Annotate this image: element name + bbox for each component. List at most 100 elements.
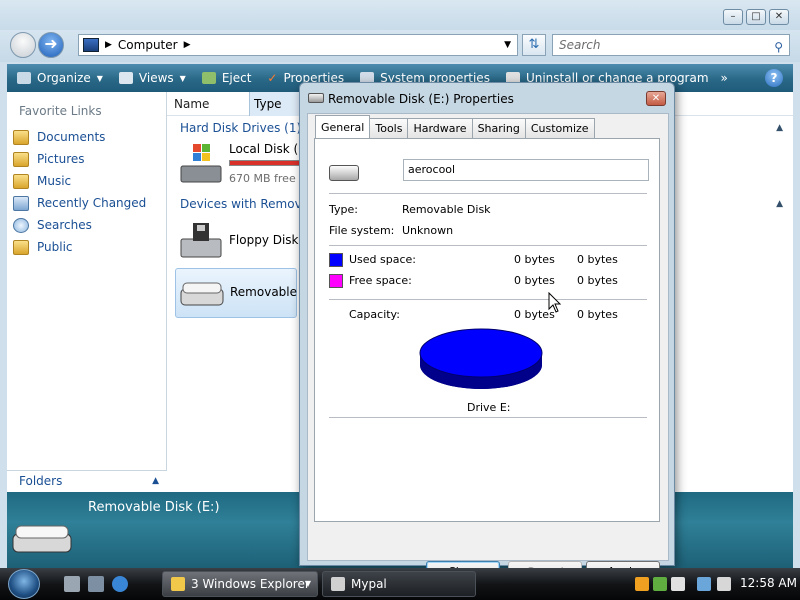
back-button[interactable] (10, 32, 36, 58)
volume-label-field[interactable]: aerocool (403, 159, 649, 181)
column-name[interactable]: Name (174, 97, 209, 111)
floppy-drive-icon (180, 223, 222, 258)
title-bar: – □ ✕ (0, 0, 800, 30)
drive-local-disk[interactable]: Local Disk (C 670 MB free o (175, 140, 307, 190)
eject-button[interactable]: Eject (201, 71, 251, 85)
show-desktop-icon[interactable] (64, 576, 80, 592)
dialog-body: General Tools Hardware Sharing Customize… (307, 113, 669, 583)
safely-remove-icon[interactable] (671, 577, 685, 591)
divider (329, 417, 647, 418)
chevron-up-icon[interactable]: ▲ (776, 199, 783, 209)
type-value: Removable Disk (402, 203, 491, 216)
toolbar-overflow-button[interactable]: » (721, 71, 728, 85)
drive-removable[interactable]: Removable D (175, 268, 310, 318)
chevron-up-icon: ▲ (152, 476, 159, 486)
details-title: Removable Disk (E:) (88, 500, 220, 515)
security-shield-icon[interactable] (635, 577, 649, 591)
capacity-size: 0 bytes (577, 308, 618, 321)
file-system-label: File system: (329, 224, 395, 237)
divider (329, 245, 647, 246)
search-input[interactable]: Search ⚲ (552, 34, 790, 56)
fav-link-public[interactable]: Public (13, 236, 146, 258)
computer-icon (83, 38, 99, 52)
chevron-up-icon[interactable]: ▲ (776, 123, 783, 133)
maximize-button[interactable]: □ (746, 9, 766, 25)
tab-tools[interactable]: Tools (369, 118, 409, 138)
used-space-swatch (329, 253, 343, 267)
music-folder-icon (13, 173, 29, 189)
eject-icon (201, 72, 216, 84)
refresh-button[interactable]: ⇅ (522, 34, 546, 56)
drive-letter-label: Drive E: (467, 401, 511, 414)
address-row: ➜ ▶ Computer ▶ ▼ ⇅ Search ⚲ (0, 30, 800, 62)
file-system-value: Unknown (402, 224, 454, 237)
documents-folder-icon (13, 129, 29, 145)
fav-link-pictures[interactable]: Pictures (13, 148, 146, 170)
properties-dialog: Removable Disk (E:) Properties ✕ General… (299, 82, 675, 583)
network-icon[interactable] (653, 577, 667, 591)
chevron-down-icon[interactable]: ▼ (504, 40, 511, 50)
disk-usage-pie-chart (419, 328, 543, 389)
removable-disk-icon (12, 525, 72, 553)
volume-muted-icon[interactable] (717, 577, 731, 591)
checkmark-icon: ✓ (267, 71, 278, 85)
favorite-links-list: Documents Pictures Music Recently Change… (13, 126, 146, 258)
tab-general[interactable]: General (315, 115, 371, 138)
internet-explorer-icon[interactable] (112, 576, 128, 592)
close-window-button[interactable]: ✕ (769, 9, 789, 25)
drive-local-disk-free: 670 MB free o (229, 172, 306, 185)
removable-disk-icon (329, 165, 359, 181)
removable-disk-icon (308, 93, 324, 103)
connection-icon[interactable] (697, 577, 711, 591)
taskbar-button-explorer[interactable]: 3 Windows Explorer ▼ (162, 571, 318, 597)
fav-link-searches[interactable]: Searches (13, 214, 146, 236)
switch-windows-icon[interactable] (88, 576, 104, 592)
start-button[interactable] (8, 569, 40, 599)
fav-link-recently-changed[interactable]: Recently Changed (13, 192, 146, 214)
navigation-pane: Favorite Links Documents Pictures Music … (7, 92, 167, 492)
chevron-down-icon: ▼ (179, 73, 186, 83)
forward-button[interactable]: ➜ (38, 32, 64, 58)
mouse-cursor-icon (548, 292, 562, 313)
fav-link-music[interactable]: Music (13, 170, 146, 192)
column-type[interactable]: Type (249, 92, 305, 116)
free-space-bytes: 0 bytes (514, 274, 555, 287)
tab-sharing[interactable]: Sharing (471, 118, 526, 138)
removable-disk-icon (180, 282, 224, 306)
chevron-down-icon: ▼ (96, 73, 103, 83)
public-folder-icon (13, 239, 29, 255)
group-removable-devices[interactable]: Devices with Removab (180, 197, 317, 211)
search-placeholder: Search (559, 38, 601, 52)
address-path: Computer (117, 38, 178, 52)
searches-folder-icon (13, 217, 29, 233)
views-button[interactable]: Views ▼ (118, 71, 186, 85)
minimize-button[interactable]: – (723, 9, 743, 25)
local-disk-icon (180, 144, 222, 183)
tab-hardware[interactable]: Hardware (407, 118, 473, 138)
tab-strip: General Tools Hardware Sharing Customize (315, 115, 595, 138)
divider (329, 299, 647, 300)
used-space-label: Used space: (349, 253, 417, 266)
drive-floppy[interactable]: Floppy Disk D (175, 217, 312, 267)
folders-toggle[interactable]: Folders ▲ (7, 470, 167, 492)
group-hard-disk-drives[interactable]: Hard Disk Drives (1) (180, 121, 301, 135)
organize-button[interactable]: Organize ▼ (17, 71, 103, 85)
type-label: Type: (329, 203, 358, 216)
drive-local-disk-label: Local Disk (C (229, 142, 307, 156)
tab-customize[interactable]: Customize (524, 118, 595, 138)
dialog-close-icon[interactable]: ✕ (646, 91, 666, 106)
used-space-size: 0 bytes (577, 253, 618, 266)
divider (329, 193, 647, 194)
mypal-icon (331, 577, 345, 591)
taskbar-button-mypal[interactable]: Mypal (322, 571, 476, 597)
fav-link-documents[interactable]: Documents (13, 126, 146, 148)
taskbar: 3 Windows Explorer ▼ Mypal 12:58 AM (0, 568, 800, 600)
capacity-label: Capacity: (349, 308, 400, 321)
general-tab-page: aerocool Type: Removable Disk File syste… (314, 138, 660, 522)
search-icon[interactable]: ⚲ (774, 37, 783, 57)
views-icon (118, 72, 133, 84)
help-icon[interactable]: ? (765, 69, 783, 87)
recent-folder-icon (13, 195, 29, 211)
address-bar[interactable]: ▶ Computer ▶ ▼ (78, 34, 518, 56)
clock[interactable]: 12:58 AM (740, 576, 797, 590)
